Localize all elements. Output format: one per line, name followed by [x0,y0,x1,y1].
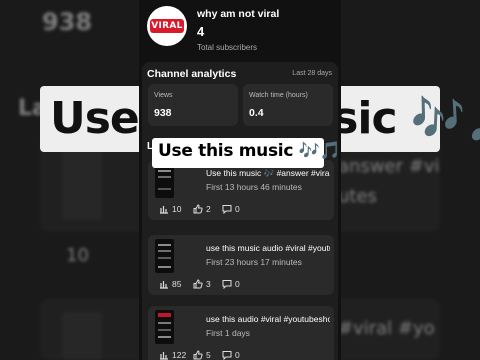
channel-avatar[interactable]: VIRAL [147,6,187,46]
watch-time-value: 0.4 [249,107,264,119]
views-count: 122 [172,350,187,360]
overlay-caption-text: Use this music 🎶🎵 [158,141,341,161]
analytics-period: Last 28 days [292,70,332,77]
comment-icon [222,205,232,214]
subscriber-label: Total subscribers [197,43,258,52]
bar-chart-icon [160,206,168,214]
comments-count: 0 [235,350,240,360]
views-count: 85 [172,279,182,289]
watch-time-stat-card[interactable]: Watch time (hours) 0.4 [243,84,333,126]
watch-time-label: Watch time (hours) [249,92,308,99]
phone-screen: VIRAL why am not viral 4 Total subscribe… [139,0,341,360]
video-row[interactable]: use this music audio #viral #youtube Fir… [148,235,334,295]
video-thumbnail [155,164,174,198]
channel-header: VIRAL why am not viral 4 Total subscribe… [139,0,341,60]
likes-count: 2 [206,204,211,214]
video-time-range: First 1 days [206,328,250,338]
views-count: 10 [172,204,182,214]
thumbs-up-icon [193,204,203,214]
comment-icon [222,280,232,289]
overlay-caption: Use this music 🎶🎵 [152,138,341,168]
bg-row-text-3: #viral #yo [338,318,435,339]
viral-logo: VIRAL [150,19,184,33]
comments-count: 0 [235,204,240,214]
comments-count: 0 [235,279,240,289]
comment-icon [222,351,232,360]
bar-chart-icon [160,281,168,289]
views-stat-card[interactable]: Views 938 [148,84,238,126]
bg-row-text-2: utes [338,186,377,207]
views-value: 938 [154,107,172,119]
video-title: use this audio #viral #youtubeshorts [206,314,330,324]
video-thumbnail [155,310,174,344]
subscriber-count: 4 [197,24,205,39]
bar-chart-icon [160,352,168,360]
thumbs-up-icon [193,350,203,360]
analytics-title: Channel analytics [147,68,237,80]
likes-count: 5 [206,350,211,360]
channel-name: why am not viral [197,8,280,20]
video-time-range: First 23 hours 17 minutes [206,257,302,267]
video-title: use this music audio #viral #youtube [206,243,330,253]
thumbs-up-icon [193,279,203,289]
video-thumbnail [155,239,174,273]
bg-row-metric: 10 [66,245,89,266]
video-row[interactable]: Use this music 🎶 #answer #viral First 13… [148,160,334,220]
views-label: Views [154,92,173,99]
bg-thumb-2 [62,312,102,360]
channel-analytics-panel: Channel analytics Last 28 days Views 938… [142,62,338,360]
likes-count: 3 [206,279,211,289]
bg-thumb-1 [62,150,102,220]
video-title: Use this music 🎶 #answer #viral [206,168,330,178]
video-time-range: First 13 hours 46 minutes [206,182,302,192]
bg-row-text-1: answer #vi [338,156,440,177]
bg-top-number: 938 [42,8,93,36]
video-row[interactable]: use this audio #viral #youtubeshorts Fir… [148,306,334,360]
